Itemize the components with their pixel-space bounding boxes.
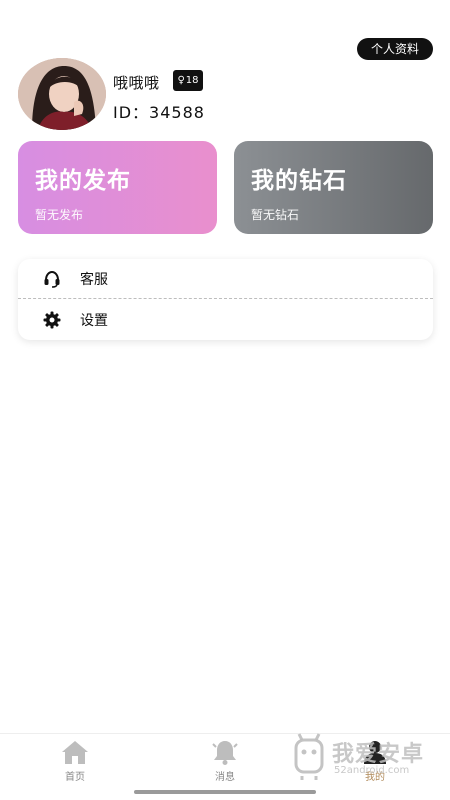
- nickname: 哦哦哦: [113, 74, 160, 92]
- menu-list: 客服 设置: [18, 259, 433, 340]
- menu-item-label: 客服: [80, 271, 108, 288]
- my-diamond-card[interactable]: 我的钻石 暂无钻石: [234, 141, 433, 234]
- avatar[interactable]: [18, 58, 106, 130]
- user-id: ID：34588: [113, 103, 205, 122]
- tab-messages[interactable]: 消息: [195, 738, 255, 783]
- menu-item-label: 设置: [80, 313, 108, 329]
- publish-subtitle: 暂无发布: [35, 208, 84, 222]
- female-icon: ♀: [177, 75, 185, 86]
- tab-label: 首页: [65, 772, 85, 783]
- profile-button[interactable]: 个人资料: [357, 38, 433, 60]
- watermark-url: 52android.com: [334, 765, 410, 776]
- gear-icon: [43, 311, 61, 329]
- android-robot-icon: [294, 733, 324, 780]
- age-value: 18: [185, 75, 199, 86]
- headset-icon: [44, 270, 60, 288]
- bell-icon: [212, 741, 238, 765]
- gender-age-badge: ♀18: [173, 70, 203, 91]
- menu-item-settings[interactable]: 设置: [18, 300, 433, 340]
- tab-home[interactable]: 首页: [45, 738, 105, 783]
- diamond-subtitle: 暂无钻石: [251, 208, 300, 222]
- publish-title: 我的发布: [35, 168, 131, 194]
- tab-label: 消息: [215, 772, 235, 783]
- home-icon: [62, 741, 88, 764]
- menu-item-customer-service[interactable]: 客服: [18, 259, 433, 299]
- user-photo-icon: [18, 58, 106, 130]
- my-publish-card[interactable]: 我的发布 暂无发布: [18, 141, 217, 234]
- watermark: 我爱安卓 52android.com: [290, 732, 440, 782]
- home-indicator: [134, 790, 316, 794]
- diamond-title: 我的钻石: [251, 168, 347, 194]
- watermark-text: 我爱安卓: [332, 742, 425, 767]
